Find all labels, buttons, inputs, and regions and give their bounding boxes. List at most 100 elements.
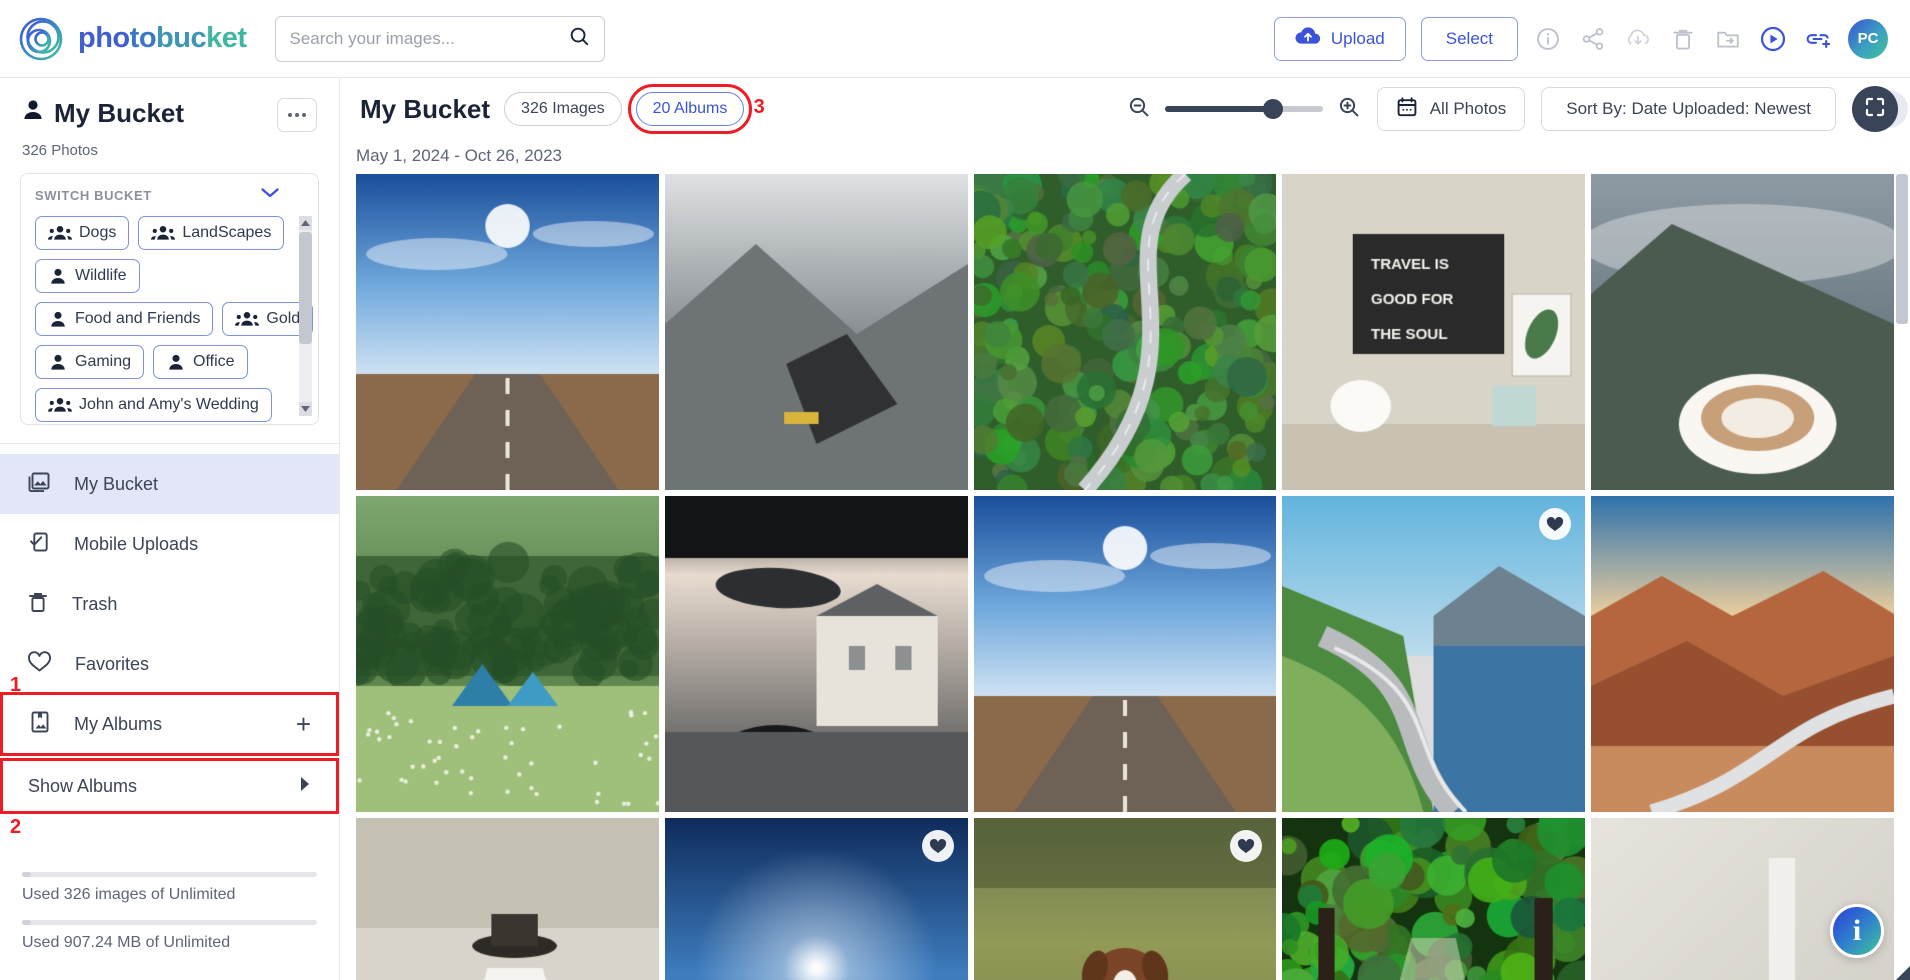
scrollbar-thumb[interactable] (299, 232, 312, 344)
photo-tile[interactable] (665, 174, 968, 490)
slider-thumb[interactable] (1263, 99, 1283, 119)
favorite-heart-icon[interactable] (1539, 508, 1571, 540)
thumbnail-size-slider[interactable] (1165, 106, 1323, 112)
photo-tile[interactable] (974, 496, 1277, 812)
photo-tile[interactable] (974, 818, 1277, 980)
bucket-chip-label: Gaming (75, 353, 131, 371)
person-icon (166, 352, 186, 372)
all-photos-label: All Photos (1430, 99, 1507, 119)
photo-grid-scroll[interactable] (340, 174, 1910, 980)
grid-view-toggle[interactable] (1852, 86, 1898, 132)
share-icon[interactable] (1578, 24, 1608, 54)
favorite-heart-icon[interactable] (922, 830, 954, 862)
sidebar-item-mobile-uploads[interactable]: Mobile Uploads (0, 514, 339, 574)
photo-tile[interactable] (665, 496, 968, 812)
albums-pill[interactable]: 20 Albums (636, 92, 745, 126)
select-button[interactable]: Select (1421, 17, 1518, 61)
grid-scrollbar[interactable] (1896, 174, 1908, 980)
group-icon (48, 223, 72, 243)
sidebar: My Bucket 326 Photos SWITCH BUCKET Dogs L… (0, 78, 340, 980)
bucket-chip[interactable]: Office (153, 345, 248, 379)
photo-tile[interactable] (356, 174, 659, 490)
sidebar-nav: My Bucket Mobile Uploads Trash Favorites… (0, 443, 339, 812)
show-albums-row[interactable]: Show Albums (2, 760, 337, 812)
bucket-chip[interactable]: Wildlife (35, 259, 140, 293)
sidebar-title-text: My Bucket (54, 98, 184, 129)
bucket-chip[interactable]: Gaming (35, 345, 144, 379)
photobucket-app: photobucket Upload (0, 0, 1910, 980)
annotation-3: 3 (754, 96, 765, 119)
all-photos-button[interactable]: All Photos (1377, 87, 1526, 131)
upload-button[interactable]: Upload (1274, 17, 1406, 61)
bucket-chip-list: Dogs LandScapes Wildlife Food and Friends Go… (35, 216, 317, 422)
search-box[interactable] (275, 16, 605, 62)
sidebar-header: My Bucket (0, 78, 339, 138)
photo-thumbnail (356, 496, 659, 812)
images-count-pill[interactable]: 326 Images (504, 92, 622, 126)
photobucket-spiral-logo (18, 16, 64, 62)
group-icon (151, 223, 175, 243)
download-cloud-icon[interactable] (1623, 24, 1653, 54)
sidebar-item-my-bucket[interactable]: My Bucket (0, 454, 339, 514)
bucket-chip[interactable]: Food and Friends (35, 302, 213, 336)
search-icon[interactable] (568, 25, 590, 52)
bucket-chip[interactable]: Dogs (35, 216, 129, 250)
image-stack-icon (26, 469, 52, 500)
photo-tile[interactable] (1282, 818, 1585, 980)
search-input[interactable] (290, 29, 568, 49)
brand[interactable]: photobucket (18, 16, 247, 62)
heart-icon (26, 649, 53, 679)
chevron-down-icon[interactable] (260, 186, 280, 204)
info-icon[interactable] (1533, 24, 1563, 54)
page-title: My Bucket (360, 94, 490, 125)
top-bar: photobucket Upload (0, 0, 1910, 78)
create-link-icon[interactable] (1803, 24, 1833, 54)
bucket-scrollbar[interactable] (299, 216, 312, 416)
scroll-down-arrow[interactable] (299, 402, 312, 416)
photo-tile[interactable] (974, 174, 1277, 490)
photo-tile[interactable] (356, 496, 659, 812)
zoom-out-icon[interactable] (1127, 95, 1151, 124)
sidebar-label: Mobile Uploads (74, 534, 198, 555)
move-to-folder-icon[interactable] (1713, 24, 1743, 54)
cloud-upload-icon (1295, 26, 1321, 51)
photo-tile[interactable] (1591, 174, 1894, 490)
bucket-chip[interactable]: John and Amy's Wedding (35, 388, 272, 422)
bucket-chip[interactable]: LandScapes (138, 216, 284, 250)
sidebar-photo-count: 326 Photos (0, 142, 339, 159)
sort-by-dropdown[interactable]: Sort By: Date Uploaded: Newest (1541, 87, 1836, 131)
group-icon (48, 395, 72, 415)
add-album-button[interactable]: + (296, 711, 311, 737)
person-icon (48, 266, 68, 286)
content-header: My Bucket 326 Images 20 Albums 3 All Pho… (340, 78, 1910, 140)
sidebar-item-my-albums[interactable]: My Albums + (2, 694, 337, 754)
switch-bucket-header: SWITCH BUCKET (35, 186, 306, 204)
scroll-up-arrow[interactable] (299, 216, 312, 230)
storage-footer: Used 326 images of Unlimited Used 907.24… (0, 872, 339, 980)
chevron-right-icon[interactable] (299, 776, 311, 797)
bucket-chip-label: Dogs (79, 224, 116, 242)
images-meter (22, 872, 317, 877)
photo-tile[interactable] (1282, 174, 1585, 490)
photo-tile[interactable] (1591, 496, 1894, 812)
photo-tile[interactable] (356, 818, 659, 980)
bucket-chip-label: Food and Friends (75, 310, 200, 328)
trash-icon (26, 589, 50, 620)
avatar[interactable]: PC (1848, 19, 1888, 59)
bucket-options-button[interactable] (277, 98, 317, 132)
sidebar-item-favorites[interactable]: Favorites (0, 634, 339, 694)
photo-tile[interactable] (665, 818, 968, 980)
zoom-in-icon[interactable] (1337, 95, 1361, 124)
album-icon (28, 709, 52, 740)
person-icon (48, 309, 68, 329)
brand-name: photobucket (78, 22, 247, 55)
info-fab-button[interactable]: i (1830, 904, 1884, 958)
play-icon[interactable] (1758, 24, 1788, 54)
bucket-chip-label: Gold (266, 310, 300, 328)
trash-icon[interactable] (1668, 24, 1698, 54)
photo-thumbnail (974, 174, 1277, 490)
sidebar-item-trash[interactable]: Trash (0, 574, 339, 634)
top-actions: Upload Select PC (1274, 17, 1888, 61)
photo-tile[interactable] (1282, 496, 1585, 812)
person-icon (48, 352, 68, 372)
